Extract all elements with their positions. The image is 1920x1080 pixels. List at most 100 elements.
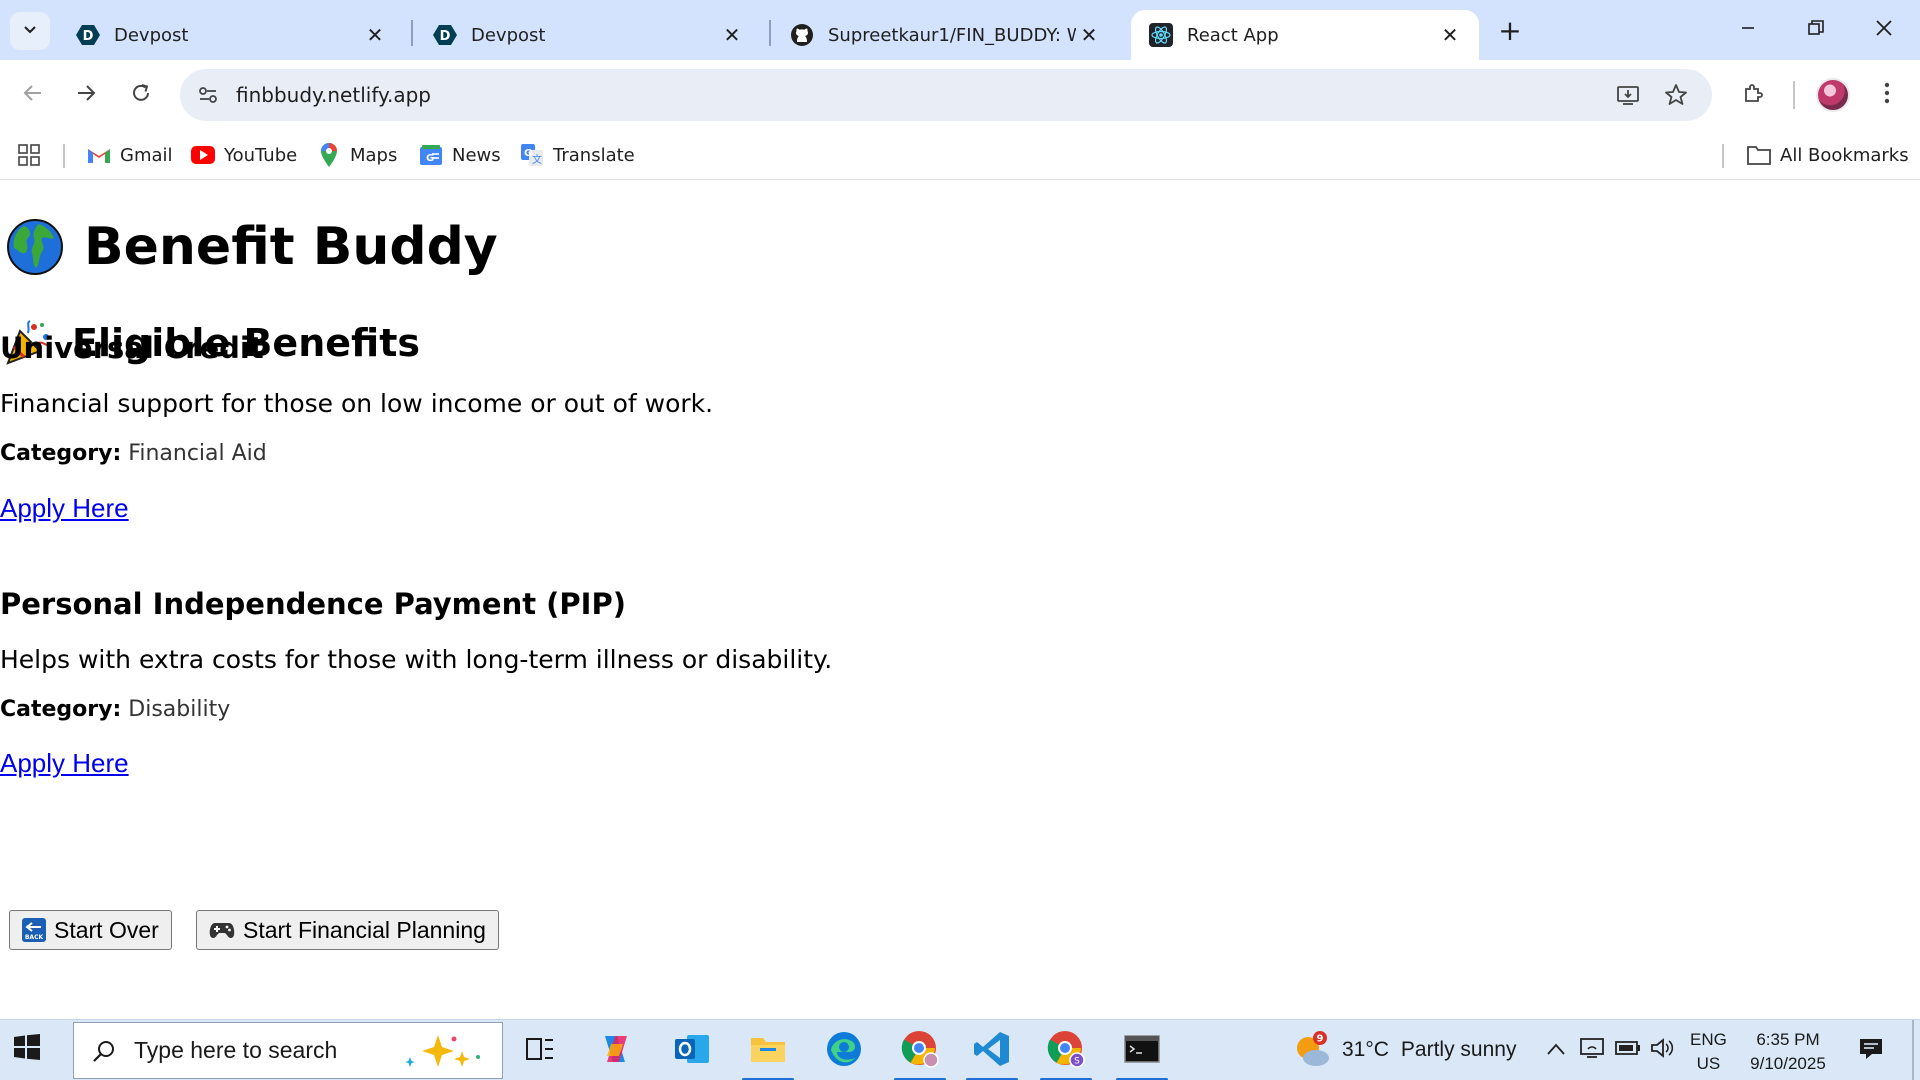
extensions-button[interactable] <box>1732 73 1776 117</box>
bookmark-youtube[interactable]: YouTube <box>190 139 297 171</box>
bookmark-separator <box>1722 144 1724 168</box>
network-icon <box>1579 1036 1605 1064</box>
close-icon[interactable]: ✕ <box>719 22 745 48</box>
bookmark-star-icon[interactable] <box>1658 77 1694 113</box>
show-desktop-button[interactable] <box>1912 1020 1914 1080</box>
apply-link[interactable]: Apply Here <box>0 748 129 779</box>
taskbar-vscode[interactable] <box>962 1025 1022 1080</box>
bookmark-label: News <box>452 144 501 166</box>
close-icon[interactable]: ✕ <box>362 22 388 48</box>
svg-text:文: 文 <box>532 153 542 166</box>
taskbar-edge[interactable] <box>814 1025 874 1077</box>
tab-title: Devpost <box>114 24 189 46</box>
windows-logo-icon <box>14 1034 40 1064</box>
close-icon[interactable]: ✕ <box>1437 22 1463 48</box>
profile-avatar[interactable] <box>1816 78 1850 112</box>
taskbar-copilot[interactable] <box>586 1025 646 1077</box>
clock-date: 9/10/2025 <box>1750 1054 1826 1073</box>
taskbar-clock[interactable]: 6:35 PM 9/10/2025 <box>1744 1028 1832 1076</box>
taskbar-terminal[interactable] <box>1112 1025 1172 1080</box>
apps-grid-icon <box>16 142 42 168</box>
address-bar[interactable]: finbbudy.netlify.app <box>180 69 1712 121</box>
all-bookmarks-button[interactable]: All Bookmarks <box>1746 139 1909 171</box>
notification-icon <box>1858 1037 1884 1065</box>
benefit-name: Universal Credit <box>0 331 264 365</box>
forward-arrow-icon <box>75 82 97 108</box>
minimize-button[interactable] <box>1716 6 1780 54</box>
chevron-down-icon <box>22 21 38 41</box>
folder-icon <box>1746 142 1772 168</box>
taskbar-chrome-profile[interactable]: S <box>1036 1025 1096 1080</box>
news-icon: G <box>418 142 444 168</box>
tab-devpost-1[interactable]: D Devpost ✕ <box>58 10 404 60</box>
bookmark-gmail[interactable]: Gmail <box>86 139 173 171</box>
plus-icon: + <box>1498 13 1522 47</box>
bookmark-maps[interactable]: Maps <box>316 139 397 171</box>
minimize-icon <box>1740 20 1756 40</box>
close-window-button[interactable] <box>1852 6 1916 54</box>
taskbar-search-box[interactable]: Type here to search <box>73 1022 503 1079</box>
puzzle-icon <box>1742 81 1766 109</box>
start-over-label: Start Over <box>54 916 159 943</box>
bookmark-label: Maps <box>350 144 398 166</box>
apps-button[interactable] <box>16 139 50 171</box>
tab-devpost-2[interactable]: D Devpost ✕ <box>415 10 761 60</box>
taskbar-chrome[interactable] <box>890 1025 950 1080</box>
windows-start-button[interactable] <box>14 1034 48 1068</box>
edge-icon <box>825 1030 863 1072</box>
page-title: Benefit Buddy <box>6 217 498 277</box>
close-icon <box>1875 19 1893 41</box>
copilot-icon <box>597 1030 635 1072</box>
install-app-icon[interactable] <box>1610 77 1646 113</box>
bookmark-news[interactable]: G News <box>418 139 501 171</box>
taskbar-weather[interactable]: 9 31°C Partly sunny <box>1292 1030 1516 1070</box>
tab-search-button[interactable] <box>10 12 50 50</box>
task-view-icon <box>526 1036 554 1066</box>
svg-text:G: G <box>524 148 532 159</box>
restore-icon <box>1807 19 1825 41</box>
menu-button[interactable] <box>1865 73 1909 117</box>
tab-github[interactable]: Supreetkaur1/FIN_BUDDY: Web ✕ <box>772 10 1118 60</box>
tab-react-app[interactable]: React App ✕ <box>1131 10 1479 60</box>
bookmark-label: Gmail <box>120 144 173 166</box>
svg-text:S: S <box>1074 1057 1080 1067</box>
new-tab-button[interactable]: + <box>1494 13 1526 47</box>
browser-toolbar: finbbudy.netlify.app <box>0 60 1920 130</box>
bookmark-translate[interactable]: G文 Translate <box>519 139 635 171</box>
taskbar-file-explorer[interactable] <box>738 1025 798 1080</box>
windows-taskbar: Type here to search S 9 31°C Partly sunn… <box>0 1019 1920 1080</box>
start-over-button[interactable]: BACK Start Over <box>9 910 172 950</box>
input-language[interactable]: ENG US <box>1690 1028 1727 1076</box>
weather-temperature: 31°C <box>1342 1038 1389 1061</box>
devpost-icon: D <box>76 23 100 47</box>
game-controller-icon <box>209 920 235 940</box>
close-icon[interactable]: ✕ <box>1076 22 1102 48</box>
apply-link[interactable]: Apply Here <box>0 493 129 524</box>
forward-button[interactable] <box>64 73 108 117</box>
svg-text:D: D <box>83 29 94 44</box>
maps-icon <box>316 142 342 168</box>
back-button[interactable] <box>11 73 55 117</box>
benefit-name: Personal Independence Payment (PIP) <box>0 587 626 621</box>
clock-time: 6:35 PM <box>1756 1030 1820 1049</box>
github-icon <box>790 23 814 47</box>
restore-button[interactable] <box>1784 6 1848 54</box>
battery-button[interactable] <box>1614 1036 1642 1064</box>
svg-text:BACK: BACK <box>25 934 44 941</box>
benefit-description: Financial support for those on low incom… <box>0 389 714 418</box>
outlook-icon <box>673 1031 711 1071</box>
taskbar-outlook[interactable] <box>662 1025 722 1077</box>
tab-separator <box>769 20 771 46</box>
site-info-icon[interactable] <box>190 77 226 113</box>
volume-button[interactable] <box>1649 1036 1677 1064</box>
notification-center-button[interactable] <box>1856 1036 1886 1066</box>
category-label: Category: <box>0 441 122 466</box>
reload-button[interactable] <box>119 73 163 117</box>
task-view-button[interactable] <box>510 1025 570 1077</box>
bookmark-label: Translate <box>553 144 635 166</box>
start-financial-planning-button[interactable]: Start Financial Planning <box>196 910 499 950</box>
show-hidden-icons-button[interactable] <box>1542 1036 1570 1064</box>
weather-condition: Partly sunny <box>1400 1038 1517 1061</box>
network-button[interactable] <box>1578 1036 1606 1064</box>
tab-title: Supreetkaur1/FIN_BUDDY: Web <box>828 24 1076 46</box>
